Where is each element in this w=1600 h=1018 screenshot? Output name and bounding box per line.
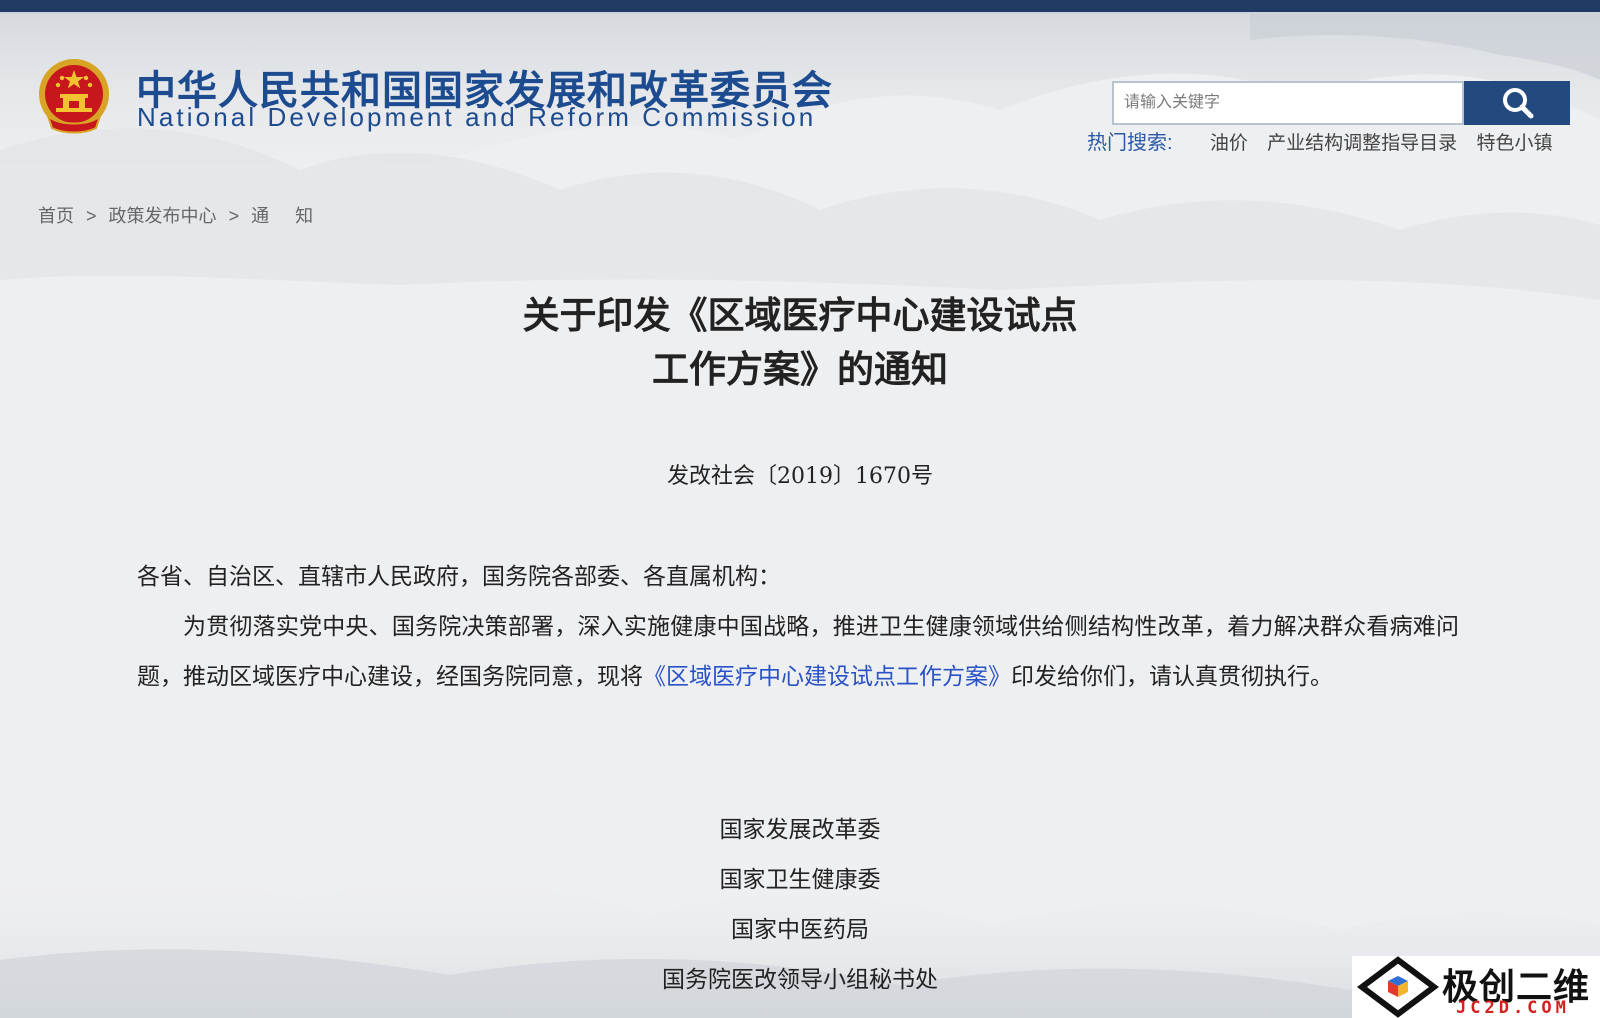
site-title-english[interactable]: National Development and Reform Commissi…: [137, 102, 816, 133]
breadcrumb-policy-center[interactable]: 政策发布中心: [109, 206, 217, 226]
diamond-cube-logo-icon: [1357, 956, 1439, 1018]
hot-search: 热门搜索: 油价 产业结构调整指导目录 特色小镇: [1087, 126, 1552, 154]
document-number: 发改社会〔2019〕1670号: [667, 464, 933, 489]
signature-tcm-bureau: 国家中医药局: [731, 917, 869, 943]
document-salutation: 各省、自治区、直辖市人民政府，国务院各部委、各直属机构：: [137, 564, 781, 590]
search-box: [1112, 81, 1570, 125]
watermark: 极创二维 JC2D.COM: [1352, 956, 1600, 1018]
document-title: 关于印发《区域医疗中心建设试点 工作方案》的通知: [0, 288, 1600, 396]
search-icon: [1503, 88, 1534, 119]
document-title-line: 关于印发《区域医疗中心建设试点: [522, 293, 1078, 337]
national-emblem-icon: [39, 59, 109, 134]
watermark-domain: JC2D.COM: [1456, 998, 1570, 1018]
search-input[interactable]: [1112, 81, 1464, 125]
hot-search-item-featured-towns[interactable]: 特色小镇: [1476, 133, 1552, 154]
search-button[interactable]: [1464, 81, 1570, 125]
breadcrumb-separator: >: [86, 206, 97, 226]
work-plan-link[interactable]: 《区域医疗中心建设试点工作方案》: [643, 664, 1011, 690]
document-paragraph: 为贯彻落实党中央、国务院决策部署，深入实施健康中国战略，推进卫生健康领域供给侧结…: [137, 602, 1459, 702]
breadcrumb-notices[interactable]: 通知: [251, 206, 339, 226]
breadcrumb-separator: >: [228, 206, 240, 226]
signature-ndrc: 国家发展改革委: [719, 817, 881, 843]
breadcrumb: 首页 > 政策发布中心 > 通知: [38, 202, 339, 228]
breadcrumb-home[interactable]: 首页: [38, 206, 74, 226]
hot-search-item-oil-price[interactable]: 油价: [1210, 133, 1248, 154]
paragraph-text: 印发给你们，请认真贯彻执行。: [1011, 664, 1333, 690]
top-bar: [0, 0, 1600, 14]
signature-nhc: 国家卫生健康委: [719, 867, 881, 893]
hot-search-label: 热门搜索:: [1087, 132, 1173, 154]
hot-search-item-industry-catalog[interactable]: 产业结构调整指导目录: [1267, 133, 1457, 154]
document-body: 各省、自治区、直辖市人民政府，国务院各部委、各直属机构： 为贯彻落实党中央、国务…: [137, 552, 1459, 702]
document-title-line: 工作方案》的通知: [652, 347, 948, 391]
